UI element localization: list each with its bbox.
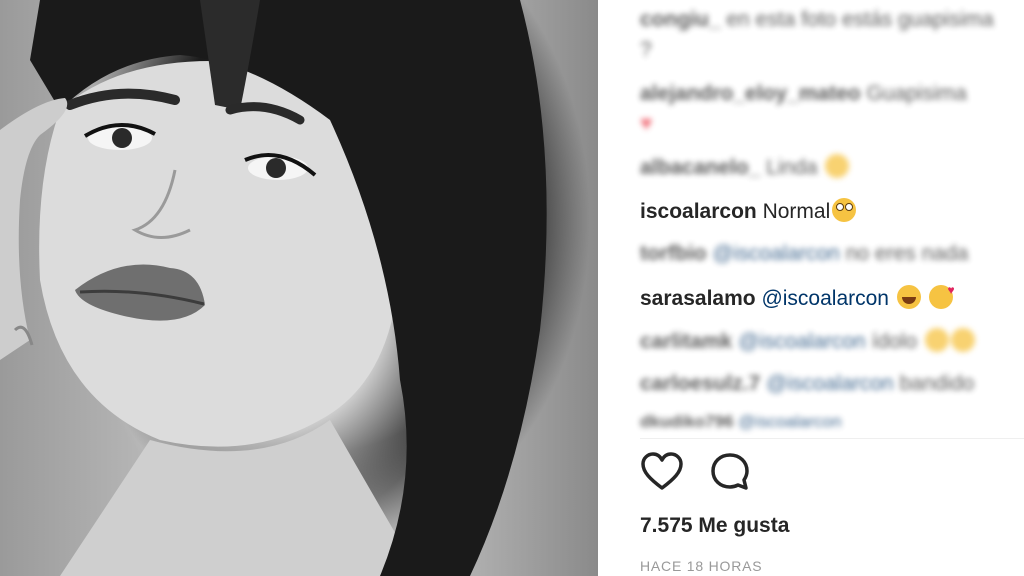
comment-mention[interactable]: @iscoalarcon xyxy=(738,330,866,353)
comment-text: ídolo xyxy=(871,330,918,353)
heart-outline-icon[interactable] xyxy=(640,452,684,492)
comment-row: carloesulz.7 @iscoalarcon bandido xyxy=(640,372,974,396)
comment-text: Normal xyxy=(762,200,831,223)
eye-roll-emoji-icon xyxy=(832,198,857,222)
comment-row: congiu_ en esta foto estás guapisima xyxy=(640,8,994,32)
comment-mention[interactable]: @iscoalarcon xyxy=(761,287,889,310)
comment-row: alejandro_eloy_mateo Guapisima xyxy=(640,82,967,106)
comment-username[interactable]: sarasalamo xyxy=(640,287,756,310)
comment-text: Linda xyxy=(766,156,818,179)
comment-row: carlitamk @iscoalarcon ídolo xyxy=(640,328,975,354)
comment-row: dkudiko796 @iscoalarcon xyxy=(640,412,842,432)
comment-row: ♥ xyxy=(640,112,652,136)
comment-row: sarasalamo @iscoalarcon xyxy=(640,283,955,311)
comment-text: ? xyxy=(640,38,652,61)
comment-row: torfbio @iscoalarcon no eres nada xyxy=(640,242,968,266)
comment-text: Guapisima xyxy=(866,82,967,105)
heart-eyes-emoji-icon xyxy=(950,328,975,352)
comment-mention[interactable]: @iscoalarcon xyxy=(738,412,841,431)
heart-emoji-icon: ♥ xyxy=(640,112,653,135)
portrait-illustration xyxy=(0,0,547,576)
comments-panel: congiu_ en esta foto estás guapisima ? a… xyxy=(598,0,1024,576)
kissing-emoji-icon xyxy=(928,283,955,309)
comment-username[interactable]: congiu_ xyxy=(640,8,721,31)
comment-username[interactable]: carloesulz.7 xyxy=(640,372,760,395)
post-photo[interactable] xyxy=(0,0,598,576)
post-timestamp: HACE 18 HORAS xyxy=(640,558,763,574)
comment-username[interactable]: torfbio xyxy=(640,242,706,265)
comment-mention[interactable]: @iscoalarcon xyxy=(712,242,840,265)
heart-eyes-emoji-icon xyxy=(924,328,949,352)
divider xyxy=(640,438,1024,439)
like-count[interactable]: 7.575 Me gusta xyxy=(640,514,789,538)
comment-mention[interactable]: @iscoalarcon xyxy=(766,372,894,395)
comment-row: albacanelo_ Linda xyxy=(640,154,850,180)
comment-text: bandido xyxy=(899,372,975,395)
comment-row: iscoalarcon Normal xyxy=(640,198,857,224)
comment-bubble-icon[interactable] xyxy=(710,452,750,492)
comment-text: no eres nada xyxy=(845,242,969,265)
comment-username[interactable]: dkudiko796 xyxy=(640,412,734,431)
heart-eyes-emoji-icon xyxy=(825,154,850,178)
comment-username[interactable]: albacanelo_ xyxy=(640,156,760,179)
laughing-tears-emoji-icon xyxy=(896,285,921,309)
comment-username[interactable]: carlitamk xyxy=(640,330,732,353)
comment-username[interactable]: iscoalarcon xyxy=(640,200,757,223)
comment-username[interactable]: alejandro_eloy_mateo xyxy=(640,82,861,105)
comment-text: en esta foto estás guapisima xyxy=(726,8,994,31)
comment-row: ? xyxy=(640,38,652,62)
